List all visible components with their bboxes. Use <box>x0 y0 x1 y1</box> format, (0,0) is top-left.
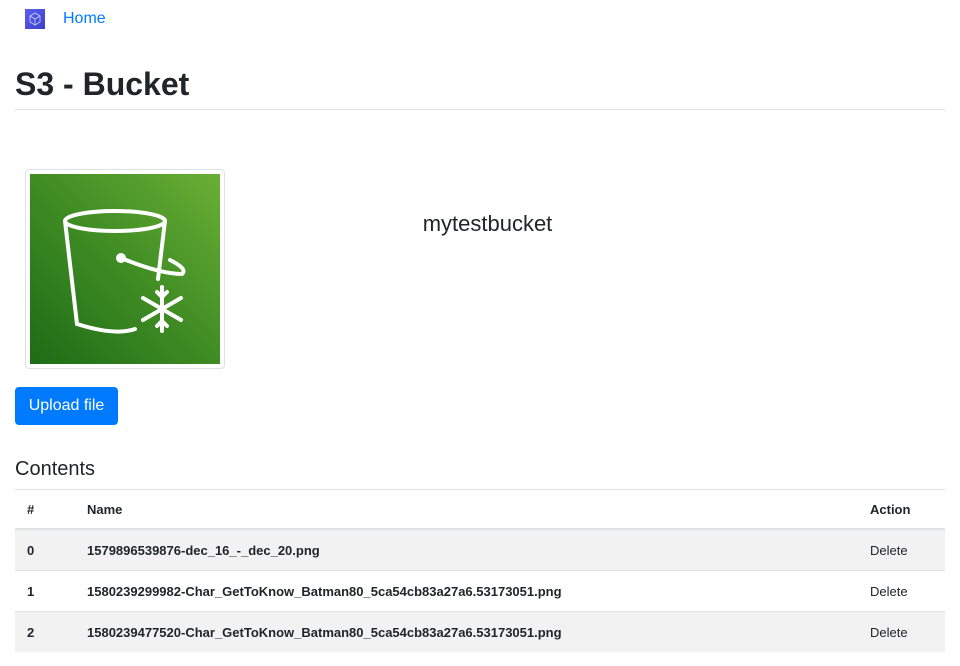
row-index: 0 <box>15 528 75 571</box>
divider <box>15 109 945 110</box>
delete-button[interactable]: Delete <box>858 570 945 612</box>
upload-file-button[interactable]: Upload file <box>15 387 118 425</box>
table-row: 2 1580239477520-Char_GetToKnow_Batman80_… <box>15 611 945 652</box>
home-link[interactable]: Home <box>63 9 106 29</box>
bucket-image <box>25 169 225 369</box>
column-header-index: # <box>15 489 75 530</box>
file-name: 1580239477520-Char_GetToKnow_Batman80_5c… <box>75 611 858 652</box>
row-index: 2 <box>15 611 75 652</box>
page-title: S3 - Bucket <box>15 66 190 102</box>
contents-heading: Contents <box>15 458 96 480</box>
column-header-name: Name <box>75 489 858 530</box>
file-name: 1580239299982-Char_GetToKnow_Batman80_5c… <box>75 570 858 612</box>
s3-glacier-bucket-icon <box>30 174 220 364</box>
file-name: 1579896539876-dec_16_-_dec_20.png <box>75 528 858 571</box>
table-row: 1 1580239299982-Char_GetToKnow_Batman80_… <box>15 570 945 612</box>
delete-button[interactable]: Delete <box>858 528 945 571</box>
cube-logo-icon[interactable] <box>25 9 45 29</box>
row-index: 1 <box>15 570 75 612</box>
contents-table: # Name Action 0 1579896539876-dec_16_-_d… <box>15 489 945 652</box>
delete-button[interactable]: Delete <box>858 611 945 652</box>
table-row: 0 1579896539876-dec_16_-_dec_20.png Dele… <box>15 528 945 571</box>
bucket-name: mytestbucket <box>422 211 553 236</box>
table-header-row: # Name Action <box>15 489 945 530</box>
column-header-action: Action <box>858 489 945 530</box>
